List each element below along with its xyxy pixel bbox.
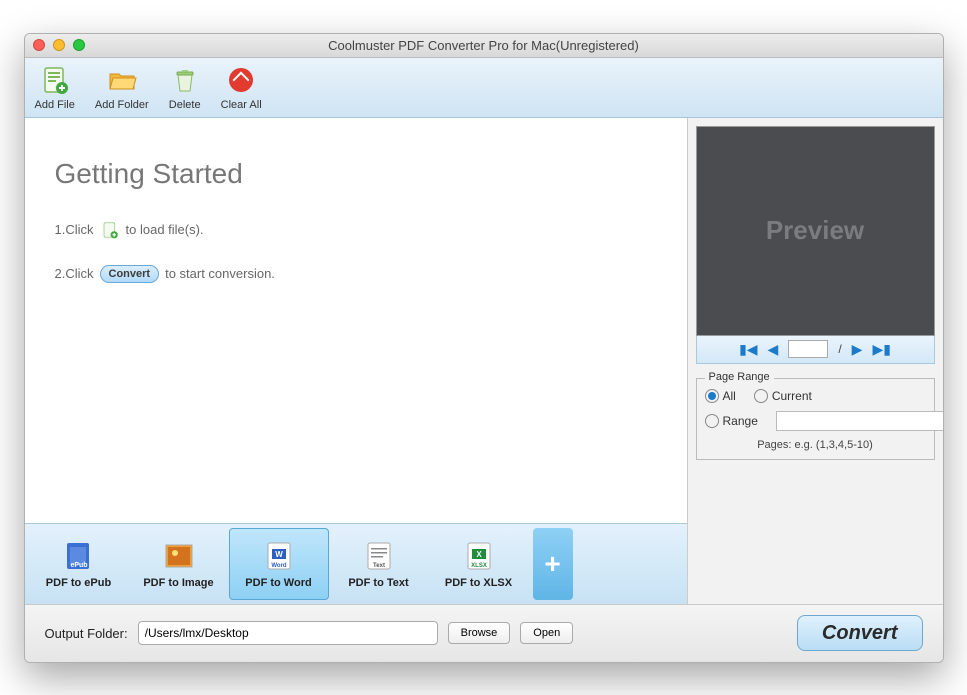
bottom-bar: Output Folder: Browse Open Convert (25, 604, 943, 662)
content: Getting Started 1.Click to load file(s).… (25, 118, 943, 604)
format-word[interactable]: W Word PDF to Word (229, 528, 329, 600)
add-file-icon (39, 64, 71, 96)
getting-started: Getting Started 1.Click to load file(s).… (25, 118, 687, 523)
radio-range-label: Range (723, 414, 758, 428)
preview-placeholder: Preview (766, 215, 864, 246)
page-range-group: Page Range All Current Range (696, 378, 935, 460)
step2-prefix: 2.Click (55, 266, 94, 281)
format-xlsx[interactable]: X XLSX PDF to XLSX (429, 528, 529, 600)
svg-text:Text: Text (373, 563, 385, 569)
add-folder-label: Add Folder (95, 99, 149, 111)
delete-button[interactable]: Delete (169, 64, 201, 111)
radio-range-dot (705, 414, 719, 428)
mini-convert-badge: Convert (100, 265, 160, 283)
traffic-lights (33, 39, 85, 51)
xlsx-icon: X XLSX (461, 538, 497, 574)
clear-icon (225, 64, 257, 96)
open-button[interactable]: Open (520, 622, 573, 644)
svg-text:X: X (476, 550, 482, 559)
preview-panel: Preview (696, 126, 935, 336)
prev-page-icon[interactable]: ◀ (768, 341, 779, 358)
app-window: Coolmuster PDF Converter Pro for Mac(Unr… (24, 33, 944, 663)
range-hint: Pages: e.g. (1,3,4,5-10) (705, 439, 926, 451)
image-icon (161, 538, 197, 574)
first-page-icon[interactable]: ▮◀ (739, 341, 757, 358)
browse-button[interactable]: Browse (448, 622, 511, 644)
right-pane: Preview ▮◀ ◀ / ▶ ▶▮ Page Range All (688, 118, 943, 604)
step1-suffix: to load file(s). (126, 222, 204, 237)
add-file-label: Add File (35, 99, 75, 111)
format-epub-label: PDF to ePub (46, 577, 111, 589)
word-icon: W Word (261, 538, 297, 574)
zoom-icon[interactable] (73, 39, 85, 51)
add-format-button[interactable]: + (533, 528, 573, 600)
format-text[interactable]: Text PDF to Text (329, 528, 429, 600)
step-1: 1.Click to load file(s). (55, 220, 657, 240)
trash-icon (169, 64, 201, 96)
radio-all-label: All (723, 389, 736, 403)
next-page-icon[interactable]: ▶ (852, 341, 863, 358)
format-epub[interactable]: ePub PDF to ePub (29, 528, 129, 600)
format-xlsx-label: PDF to XLSX (445, 577, 512, 589)
left-pane: Getting Started 1.Click to load file(s).… (25, 118, 688, 604)
output-path-input[interactable] (138, 621, 438, 645)
step2-suffix: to start conversion. (165, 266, 275, 281)
last-page-icon[interactable]: ▶▮ (872, 341, 890, 358)
window-title: Coolmuster PDF Converter Pro for Mac(Unr… (25, 38, 943, 53)
step1-prefix: 1.Click (55, 222, 94, 237)
radio-current-label: Current (772, 389, 812, 403)
format-image-label: PDF to Image (143, 577, 213, 589)
delete-label: Delete (169, 99, 201, 111)
format-text-label: PDF to Text (348, 577, 408, 589)
clear-all-button[interactable]: Clear All (221, 64, 262, 111)
plus-icon: + (544, 548, 560, 580)
titlebar: Coolmuster PDF Converter Pro for Mac(Unr… (25, 34, 943, 58)
minimize-icon[interactable] (53, 39, 65, 51)
epub-icon: ePub (61, 538, 97, 574)
output-label: Output Folder: (45, 626, 128, 641)
text-icon: Text (361, 538, 397, 574)
svg-text:Word: Word (271, 563, 287, 569)
svg-text:W: W (275, 550, 283, 559)
format-bar: ePub PDF to ePub PDF to Image W Word PDF … (25, 523, 687, 604)
step-2: 2.Click Convert to start conversion. (55, 265, 657, 283)
page-navigator: ▮◀ ◀ / ▶ ▶▮ (696, 336, 935, 364)
toolbar: Add File Add Folder Delete Clear All (25, 58, 943, 118)
clear-all-label: Clear All (221, 99, 262, 111)
mini-add-file-icon (100, 220, 120, 240)
add-folder-button[interactable]: Add Folder (95, 64, 149, 111)
folder-icon (106, 64, 138, 96)
page-separator: / (838, 342, 841, 356)
radio-current[interactable]: Current (754, 389, 812, 403)
svg-text:XLSX: XLSX (471, 563, 487, 569)
page-range-legend: Page Range (705, 371, 774, 383)
radio-current-dot (754, 389, 768, 403)
add-file-button[interactable]: Add File (35, 64, 75, 111)
page-input[interactable] (788, 340, 828, 358)
getting-started-heading: Getting Started (55, 158, 657, 190)
format-image[interactable]: PDF to Image (129, 528, 229, 600)
format-word-label: PDF to Word (245, 577, 311, 589)
range-input[interactable] (776, 411, 944, 431)
svg-text:ePub: ePub (70, 562, 87, 569)
close-icon[interactable] (33, 39, 45, 51)
radio-all[interactable]: All (705, 389, 736, 403)
radio-all-dot (705, 389, 719, 403)
radio-range[interactable]: Range (705, 414, 758, 428)
convert-button[interactable]: Convert (797, 615, 923, 651)
